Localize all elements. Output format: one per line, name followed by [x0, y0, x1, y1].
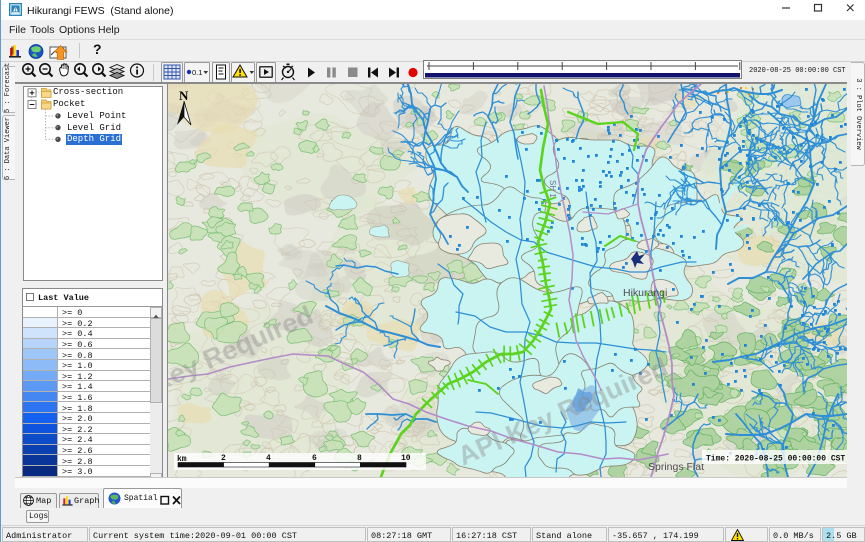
- svg-text:Springs Flat: Springs Flat: [648, 461, 704, 473]
- svg-text:Hikurangi: Hikurangi: [623, 287, 667, 299]
- svg-text:8: 8: [357, 454, 362, 463]
- svg-text:N: N: [179, 88, 189, 103]
- svg-text:6: 6: [312, 454, 317, 463]
- svg-text:10: 10: [401, 454, 411, 463]
- svg-text:SH 1: SH 1: [548, 180, 557, 198]
- svg-text:2: 2: [221, 454, 226, 463]
- svg-text:Time: 2020-08-25 00:00:00 CST: Time: 2020-08-25 00:00:00 CST: [706, 455, 845, 464]
- svg-text:0.1: 0.1: [192, 68, 202, 77]
- svg-text:4: 4: [266, 454, 271, 463]
